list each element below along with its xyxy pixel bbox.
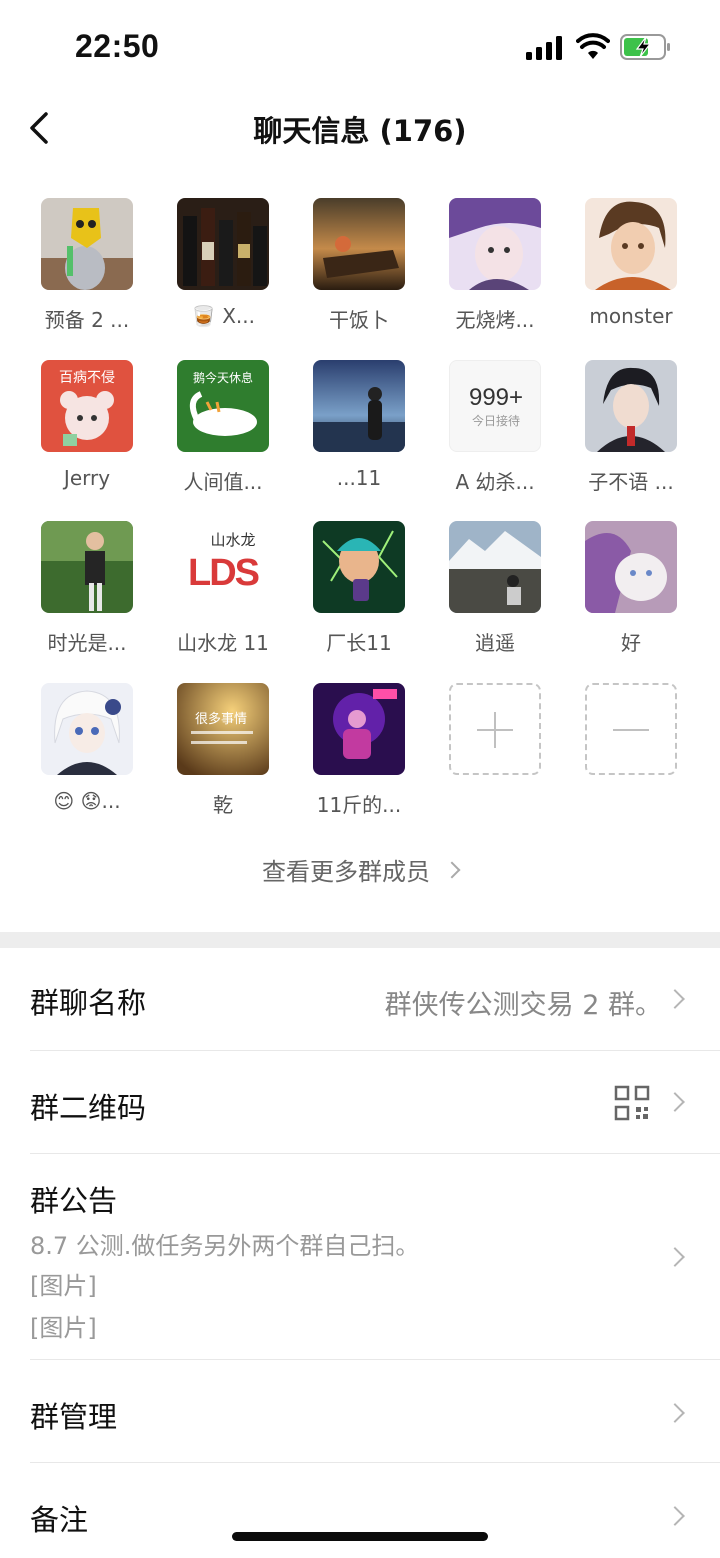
group-manage-label: 群管理 bbox=[30, 1400, 118, 1434]
avatar bbox=[585, 521, 677, 613]
member-item[interactable]: 鹅今天休息 人间值... bbox=[155, 360, 291, 495]
minus-icon bbox=[585, 683, 677, 775]
member-name: 厂长11 bbox=[326, 631, 392, 655]
avatar-text: 百病不侵 bbox=[59, 369, 115, 386]
view-more-members-link[interactable]: 查看更多群成员 bbox=[0, 852, 720, 887]
member-name: 😊 😟... bbox=[53, 789, 121, 813]
group-qr-label: 群二维码 bbox=[30, 1091, 147, 1125]
avatar bbox=[585, 360, 677, 452]
avatar: 999+ 今日接待 bbox=[449, 360, 541, 452]
group-notice-line: [图片] bbox=[30, 1314, 97, 1342]
member-name: ...11 bbox=[336, 466, 382, 490]
avatar: 鹅今天休息 bbox=[177, 360, 269, 452]
member-name: 山水龙 11 bbox=[177, 631, 269, 655]
member-item[interactable]: 干饭卜 bbox=[291, 198, 427, 333]
member-name: 子不语 ... bbox=[588, 470, 674, 494]
avatar bbox=[41, 521, 133, 613]
member-name: Jerry bbox=[63, 466, 111, 490]
qr-code-icon bbox=[614, 1085, 650, 1121]
view-more-members-label: 查看更多群成员 bbox=[262, 858, 430, 886]
avatar: 山水龙 LDS bbox=[177, 521, 269, 613]
member-name: 乾 bbox=[213, 793, 233, 817]
remark-label: 备注 bbox=[30, 1503, 89, 1537]
avatar-text: 鹅今天休息 bbox=[193, 370, 253, 385]
avatar-text: 很多事情 bbox=[195, 711, 247, 727]
member-name: A 幼杀... bbox=[455, 470, 535, 494]
member-name: 好 bbox=[621, 631, 641, 655]
home-indicator[interactable] bbox=[232, 1532, 488, 1541]
avatar bbox=[449, 198, 541, 290]
group-name-value: 群侠传公测交易 2 群。 bbox=[384, 990, 662, 1021]
chevron-right-icon bbox=[665, 989, 685, 1009]
chevron-right-icon bbox=[665, 1092, 685, 1112]
avatar bbox=[41, 683, 133, 775]
signal-icon bbox=[526, 36, 562, 60]
member-name: 无烧烤... bbox=[455, 308, 535, 332]
member-item[interactable]: ...11 bbox=[291, 360, 427, 490]
member-name: 干饭卜 bbox=[329, 308, 389, 332]
chevron-right-icon bbox=[665, 1506, 685, 1526]
avatar bbox=[585, 198, 677, 290]
member-item[interactable]: 11斤的... bbox=[291, 683, 427, 818]
member-item[interactable]: 时光是... bbox=[19, 521, 155, 656]
plus-icon bbox=[449, 683, 541, 775]
avatar bbox=[41, 198, 133, 290]
member-name: 逍遥 bbox=[475, 631, 515, 655]
nav-bar: 聊天信息 (176) bbox=[0, 92, 720, 164]
wifi-icon bbox=[576, 33, 610, 59]
member-item[interactable]: 厂长11 bbox=[291, 521, 427, 656]
member-name: 时光是... bbox=[47, 631, 127, 655]
group-manage-row[interactable]: 群管理 bbox=[30, 1360, 720, 1463]
group-notice-row[interactable]: 群公告 8.7 公测.做任务另外两个群自己扫。 [图片] [图片] bbox=[30, 1154, 720, 1360]
chevron-right-icon bbox=[443, 861, 461, 879]
avatar-text: 山水龙 bbox=[210, 531, 255, 549]
section-divider bbox=[0, 932, 720, 948]
avatar: 百病不侵 bbox=[41, 360, 133, 452]
member-item[interactable]: 好 bbox=[563, 521, 699, 656]
member-item[interactable]: 😊 😟... bbox=[19, 683, 155, 813]
group-notice-line: 8.7 公测.做任务另外两个群自己扫。 bbox=[30, 1232, 420, 1260]
member-item[interactable]: 百病不侵 Jerry bbox=[19, 360, 155, 490]
status-time: 22:50 bbox=[75, 28, 160, 64]
remove-member-button[interactable] bbox=[563, 683, 699, 775]
member-item[interactable]: 子不语 ... bbox=[563, 360, 699, 495]
member-item[interactable]: monster bbox=[563, 198, 699, 328]
member-item[interactable]: 很多事情 乾 bbox=[155, 683, 291, 818]
avatar: 很多事情 bbox=[177, 683, 269, 775]
member-item[interactable]: 🥃 X... bbox=[155, 198, 291, 328]
member-item[interactable]: 山水龙 LDS 山水龙 11 bbox=[155, 521, 291, 656]
group-notice-label: 群公告 bbox=[30, 1184, 118, 1218]
badge-subtext: 今日接待 bbox=[472, 413, 520, 428]
group-qr-row[interactable]: 群二维码 bbox=[30, 1051, 720, 1154]
member-item[interactable]: 逍遥 bbox=[427, 521, 563, 656]
avatar bbox=[313, 683, 405, 775]
avatar bbox=[177, 198, 269, 290]
chevron-right-icon bbox=[665, 1247, 685, 1267]
avatar bbox=[313, 198, 405, 290]
add-member-button[interactable] bbox=[427, 683, 563, 775]
group-name-label: 群聊名称 bbox=[30, 986, 147, 1020]
member-item[interactable]: 无烧烤... bbox=[427, 198, 563, 333]
battery-charging-icon bbox=[620, 34, 670, 60]
page-title: 聊天信息 (176) bbox=[253, 114, 467, 148]
avatar bbox=[313, 521, 405, 613]
member-name: 预备 2 ... bbox=[44, 308, 130, 332]
member-item[interactable]: 预备 2 ... bbox=[19, 198, 155, 333]
avatar bbox=[449, 521, 541, 613]
group-notice-line: [图片] bbox=[30, 1272, 97, 1300]
member-name: 🥃 X... bbox=[190, 304, 256, 328]
member-name: monster bbox=[589, 304, 673, 328]
avatar-logo-text: LDS bbox=[188, 552, 259, 594]
badge-count: 999+ bbox=[469, 384, 523, 411]
remark-row[interactable]: 备注 bbox=[30, 1463, 720, 1558]
avatar bbox=[313, 360, 405, 452]
member-item[interactable]: 999+ 今日接待 A 幼杀... bbox=[427, 360, 563, 495]
group-name-row[interactable]: 群聊名称 群侠传公测交易 2 群。 bbox=[30, 948, 720, 1051]
member-name: 11斤的... bbox=[316, 793, 402, 817]
chevron-right-icon bbox=[665, 1403, 685, 1423]
member-name: 人间值... bbox=[183, 470, 263, 494]
status-bar: 22:50 bbox=[0, 0, 720, 92]
